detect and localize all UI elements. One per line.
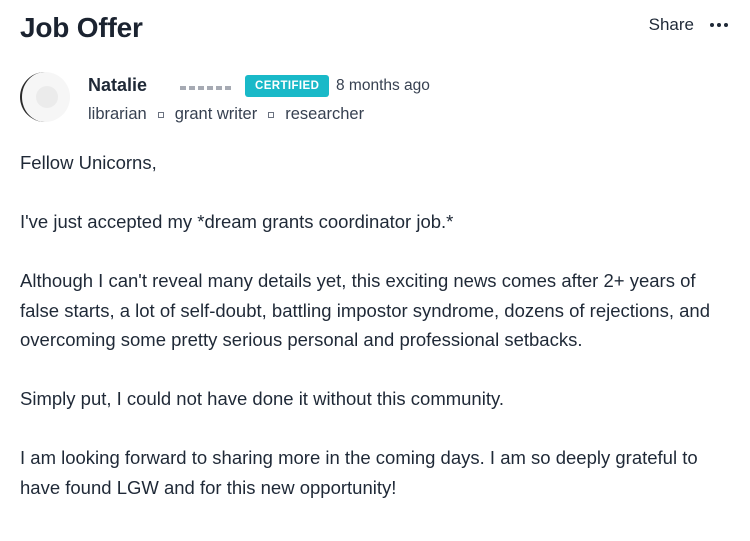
tag-item: researcher [285,105,365,123]
post-paragraph: I've just accepted my *dream grants coor… [20,211,454,232]
certified-badge: CERTIFIED [245,75,330,97]
tag-separator-icon [268,111,275,118]
tag-separator-icon [157,111,164,118]
dot-icon [724,23,728,27]
share-button[interactable]: Share [649,15,694,35]
avatar[interactable] [20,72,70,122]
post-paragraph: I am looking forward to sharing more in … [20,447,698,498]
redacted-surname [180,86,232,90]
post-paragraph: Although I can't reveal many details yet… [20,270,710,350]
post-paragraph: Simply put, I could not have done it wit… [20,388,504,409]
dot-icon [710,23,714,27]
tag-item: librarian [88,105,147,123]
dot-icon [717,23,721,27]
more-options-icon[interactable] [710,17,728,27]
author-name[interactable]: Natalie [88,75,147,96]
tag-item: grant writer [174,105,258,123]
author-tags: librarian grant writer researcher [88,105,364,124]
post-page: Job Offer Share Natalie CERTIFIED 8 mont… [0,0,750,541]
post-body: Fellow Unicorns, I've just accepted my *… [20,148,725,532]
post-paragraph: Fellow Unicorns, [20,152,157,173]
post-timestamp: 8 months ago [336,77,430,94]
page-title: Job Offer [20,12,143,43]
